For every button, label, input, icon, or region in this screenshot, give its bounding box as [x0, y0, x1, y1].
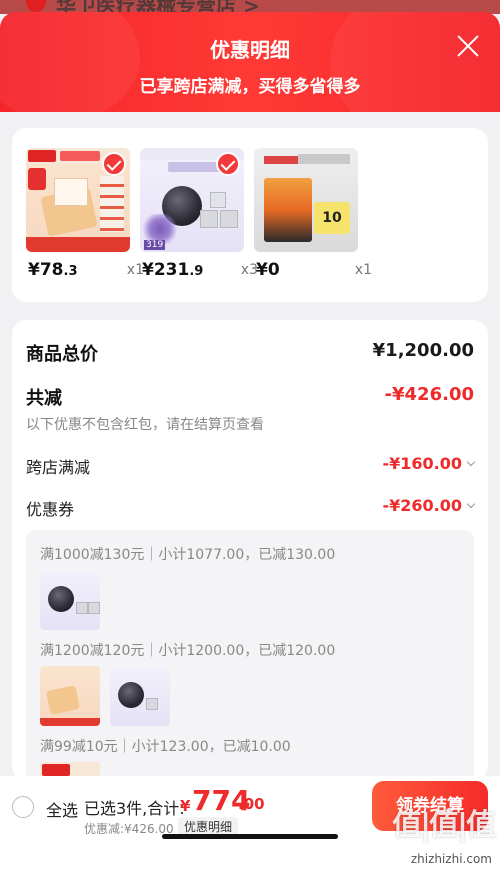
product-item[interactable]: 10 ¥0 x1	[254, 148, 372, 280]
selected-count: 已选3件,合计:	[84, 799, 185, 818]
cross-store-row[interactable]: 跨店满减 -¥160.00	[26, 454, 476, 478]
product-image[interactable]	[26, 148, 130, 252]
tier-line: 满99减10元｜小计123.00，已减10.00	[40, 739, 291, 755]
tier-product-image	[40, 666, 100, 726]
total-reduce-value: -¥426.00	[384, 384, 474, 405]
cross-store-value[interactable]: -¥160.00	[382, 454, 476, 473]
product-item[interactable]: ¥78.3 x1	[26, 148, 144, 280]
site-watermark-logo: 值|值|值	[392, 808, 496, 843]
tier-product-image	[110, 666, 170, 726]
site-watermark-url: zhizhizhi.com	[410, 852, 492, 866]
page-title: 优惠明细	[210, 38, 290, 62]
price-summary-card: 商品总价 ¥1,200.00 共减 -¥426.00 以下优惠不包含红包，请在结…	[12, 320, 488, 780]
close-icon[interactable]	[456, 34, 480, 58]
total-price-value: ¥1,200.00	[372, 340, 474, 361]
tier-line: 满1200减120元｜小计1200.00，已减120.00	[40, 643, 336, 659]
total-amount-decimal: .00	[238, 795, 265, 813]
product-image[interactable]: 319	[140, 148, 244, 252]
product-image[interactable]: 10	[254, 148, 358, 252]
total-reduce-label: 共减	[26, 388, 62, 409]
total-reduce-row: 共减 -¥426.00	[26, 384, 474, 410]
reduce-note: 以下优惠不包含红包，请在结算页查看	[26, 417, 264, 433]
product-price: ¥78.3	[28, 260, 78, 280]
total-currency: ¥	[180, 797, 191, 815]
checked-icon	[102, 152, 126, 176]
selected-products-card: ¥78.3 x1 319 ¥231.9 x3 10 ¥0 x1	[12, 128, 488, 302]
product-item[interactable]: 319 ¥231.9 x3	[140, 148, 258, 280]
store-logo-icon	[26, 0, 46, 12]
product-price: ¥231.9	[142, 260, 204, 280]
chevron-down-icon	[466, 499, 476, 509]
tier-product-image	[40, 570, 100, 630]
page-subtitle: 已享跨店满减，买得多省得多	[139, 77, 361, 97]
discount-tier-box: 满1000减130元｜小计1077.00，已减130.00 满1200减120元…	[26, 530, 474, 780]
select-all-label[interactable]: 全选	[46, 797, 78, 821]
total-price-label: 商品总价	[26, 344, 98, 365]
coupon-label: 优惠券	[26, 500, 75, 519]
product-quantity: x1	[354, 262, 372, 278]
checked-icon	[216, 152, 240, 176]
cross-store-label: 跨店满减	[26, 458, 91, 477]
tier-line: 满1000减130元｜小计1077.00，已减130.00	[40, 547, 336, 563]
select-all-radio[interactable]	[12, 796, 34, 818]
discount-detail-header: 优惠明细 已享跨店满减，买得多省得多	[0, 12, 500, 112]
saved-amount: 优惠减:¥426.00	[84, 822, 174, 836]
coupon-value[interactable]: -¥260.00	[382, 496, 476, 515]
coupon-row[interactable]: 优惠券 -¥260.00	[26, 496, 476, 520]
home-indicator[interactable]	[162, 834, 338, 839]
total-price-row: 商品总价 ¥1,200.00	[26, 340, 474, 366]
product-price: ¥0	[256, 260, 280, 280]
chevron-down-icon	[466, 457, 476, 467]
